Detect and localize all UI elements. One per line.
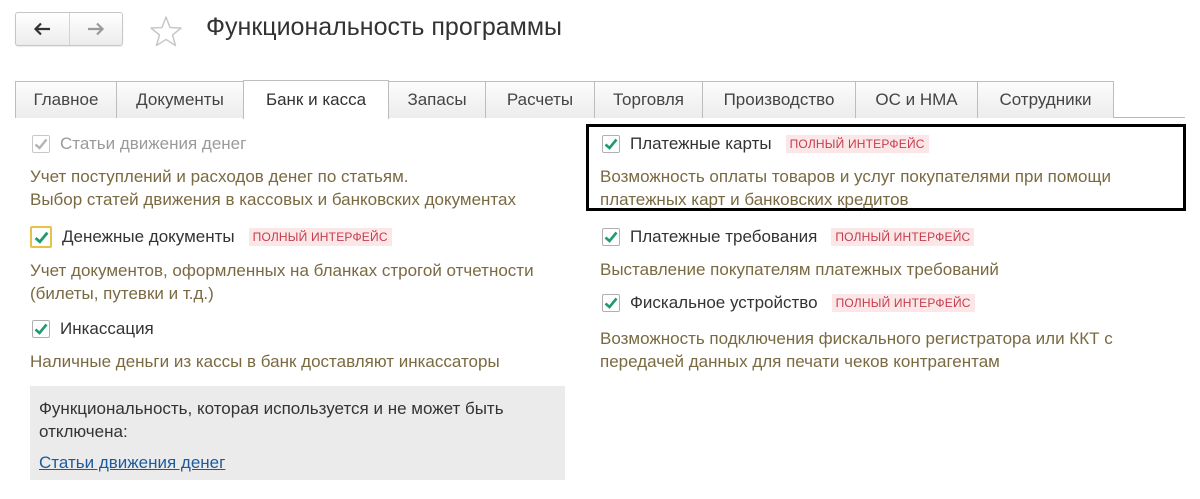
money-documents-description: Учет документов, оформленных на бланках … (30, 259, 534, 305)
cash-collection-checkbox[interactable] (32, 320, 50, 338)
cashflow-desc-line2: Выбор статей движения в кассовых и банко… (30, 190, 516, 209)
always-on-text: Функциональность, которая используется и… (39, 397, 555, 443)
checkmark-icon (604, 297, 618, 309)
money-documents-option[interactable]: Денежные документы ПОЛНЫЙ ИНТЕРФЕЙС (30, 226, 392, 248)
cashflow-items-checkbox[interactable] (32, 135, 50, 153)
money-documents-checkbox[interactable] (30, 226, 52, 248)
checkmark-icon (604, 231, 618, 243)
payment-cards-desc-line1: Возможность оплаты товаров и услуг покуп… (600, 167, 1111, 186)
page-title: Функциональность программы (206, 13, 563, 41)
star-outline-icon (150, 16, 182, 47)
always-on-text-line2: отключена: (39, 422, 128, 441)
payment-cards-option[interactable]: Платежные карты ПОЛНЫЙ ИНТЕРФЕЙС (602, 134, 929, 154)
cashflow-desc-line1: Учет поступлений и расходов денег по ста… (30, 167, 409, 186)
tab-production[interactable]: Производство (702, 81, 856, 118)
cashflow-items-link[interactable]: Статьи движения денег (39, 453, 225, 473)
payment-requests-description: Выставление покупателям платежных требов… (600, 260, 999, 279)
always-on-functionality-panel: Функциональность, которая используется и… (30, 386, 565, 480)
tab-main[interactable]: Главное (15, 81, 117, 118)
tab-settlements[interactable]: Расчеты (485, 81, 595, 118)
checkmark-icon (34, 323, 48, 335)
cashflow-items-label: Статьи движения денег (60, 134, 247, 153)
fiscal-device-label: Фискальное устройство (630, 293, 818, 312)
always-on-text-line1: Функциональность, которая используется и… (39, 399, 504, 418)
full-interface-badge: ПОЛНЫЙ ИНТЕРФЕЙС (831, 294, 975, 312)
payment-cards-label: Платежные карты (630, 134, 772, 153)
arrow-right-icon (87, 22, 104, 36)
cash-collection-description: Наличные деньги из кассы в банк доставля… (30, 352, 500, 371)
tab-documents[interactable]: Документы (116, 81, 244, 118)
fiscal-device-desc-line1: Возможность подключения фискального реги… (600, 329, 1113, 348)
payment-cards-desc-line2: платежных карт и банковских кредитов (600, 190, 909, 209)
payment-requests-checkbox[interactable] (602, 228, 620, 246)
full-interface-badge: ПОЛНЫЙ ИНТЕРФЕЙС (785, 135, 929, 153)
back-button[interactable] (16, 13, 69, 45)
full-interface-badge: ПОЛНЫЙ ИНТЕРФЕЙС (831, 228, 975, 246)
payment-cards-checkbox[interactable] (602, 135, 620, 153)
payment-cards-description: Возможность оплаты товаров и услуг покуп… (600, 165, 1111, 211)
tab-fixed-assets[interactable]: ОС и НМА (855, 81, 978, 118)
arrow-left-icon (34, 22, 51, 36)
forward-button[interactable] (68, 13, 123, 45)
money-documents-label: Денежные документы (62, 227, 235, 246)
section-tabs: Главное Документы Банк и касса Запасы Ра… (15, 80, 1185, 119)
money-docs-desc-line2: (билеты, путевки и т.д.) (30, 284, 214, 303)
tab-employees[interactable]: Сотрудники (977, 81, 1114, 118)
fiscal-device-description: Возможность подключения фискального реги… (600, 327, 1113, 373)
payment-requests-option[interactable]: Платежные требования ПОЛНЫЙ ИНТЕРФЕЙС (602, 227, 975, 247)
tab-trade[interactable]: Торговля (594, 81, 703, 118)
history-navigation (15, 12, 123, 46)
checkmark-icon (34, 138, 48, 150)
fiscal-device-checkbox[interactable] (602, 294, 620, 312)
cashflow-items-option[interactable]: Статьи движения денег (32, 134, 246, 154)
cash-collection-option[interactable]: Инкассация (32, 319, 154, 339)
cash-collection-label: Инкассация (60, 319, 154, 338)
fiscal-device-option[interactable]: Фискальное устройство ПОЛНЫЙ ИНТЕРФЕЙС (602, 293, 975, 313)
checkmark-icon (604, 138, 618, 150)
tab-bank-and-cash[interactable]: Банк и касса (243, 80, 389, 119)
full-interface-badge: ПОЛНЫЙ ИНТЕРФЕЙС (248, 228, 392, 246)
checkmark-icon (34, 231, 48, 244)
money-docs-desc-line1: Учет документов, оформленных на бланках … (30, 261, 534, 280)
tab-inventory[interactable]: Запасы (388, 81, 486, 118)
payment-requests-label: Платежные требования (630, 227, 818, 246)
fiscal-device-desc-line2: передачей данных для печати чеков контра… (600, 352, 1000, 371)
favorite-button[interactable] (149, 15, 183, 52)
cashflow-items-description: Учет поступлений и расходов денег по ста… (30, 165, 516, 211)
